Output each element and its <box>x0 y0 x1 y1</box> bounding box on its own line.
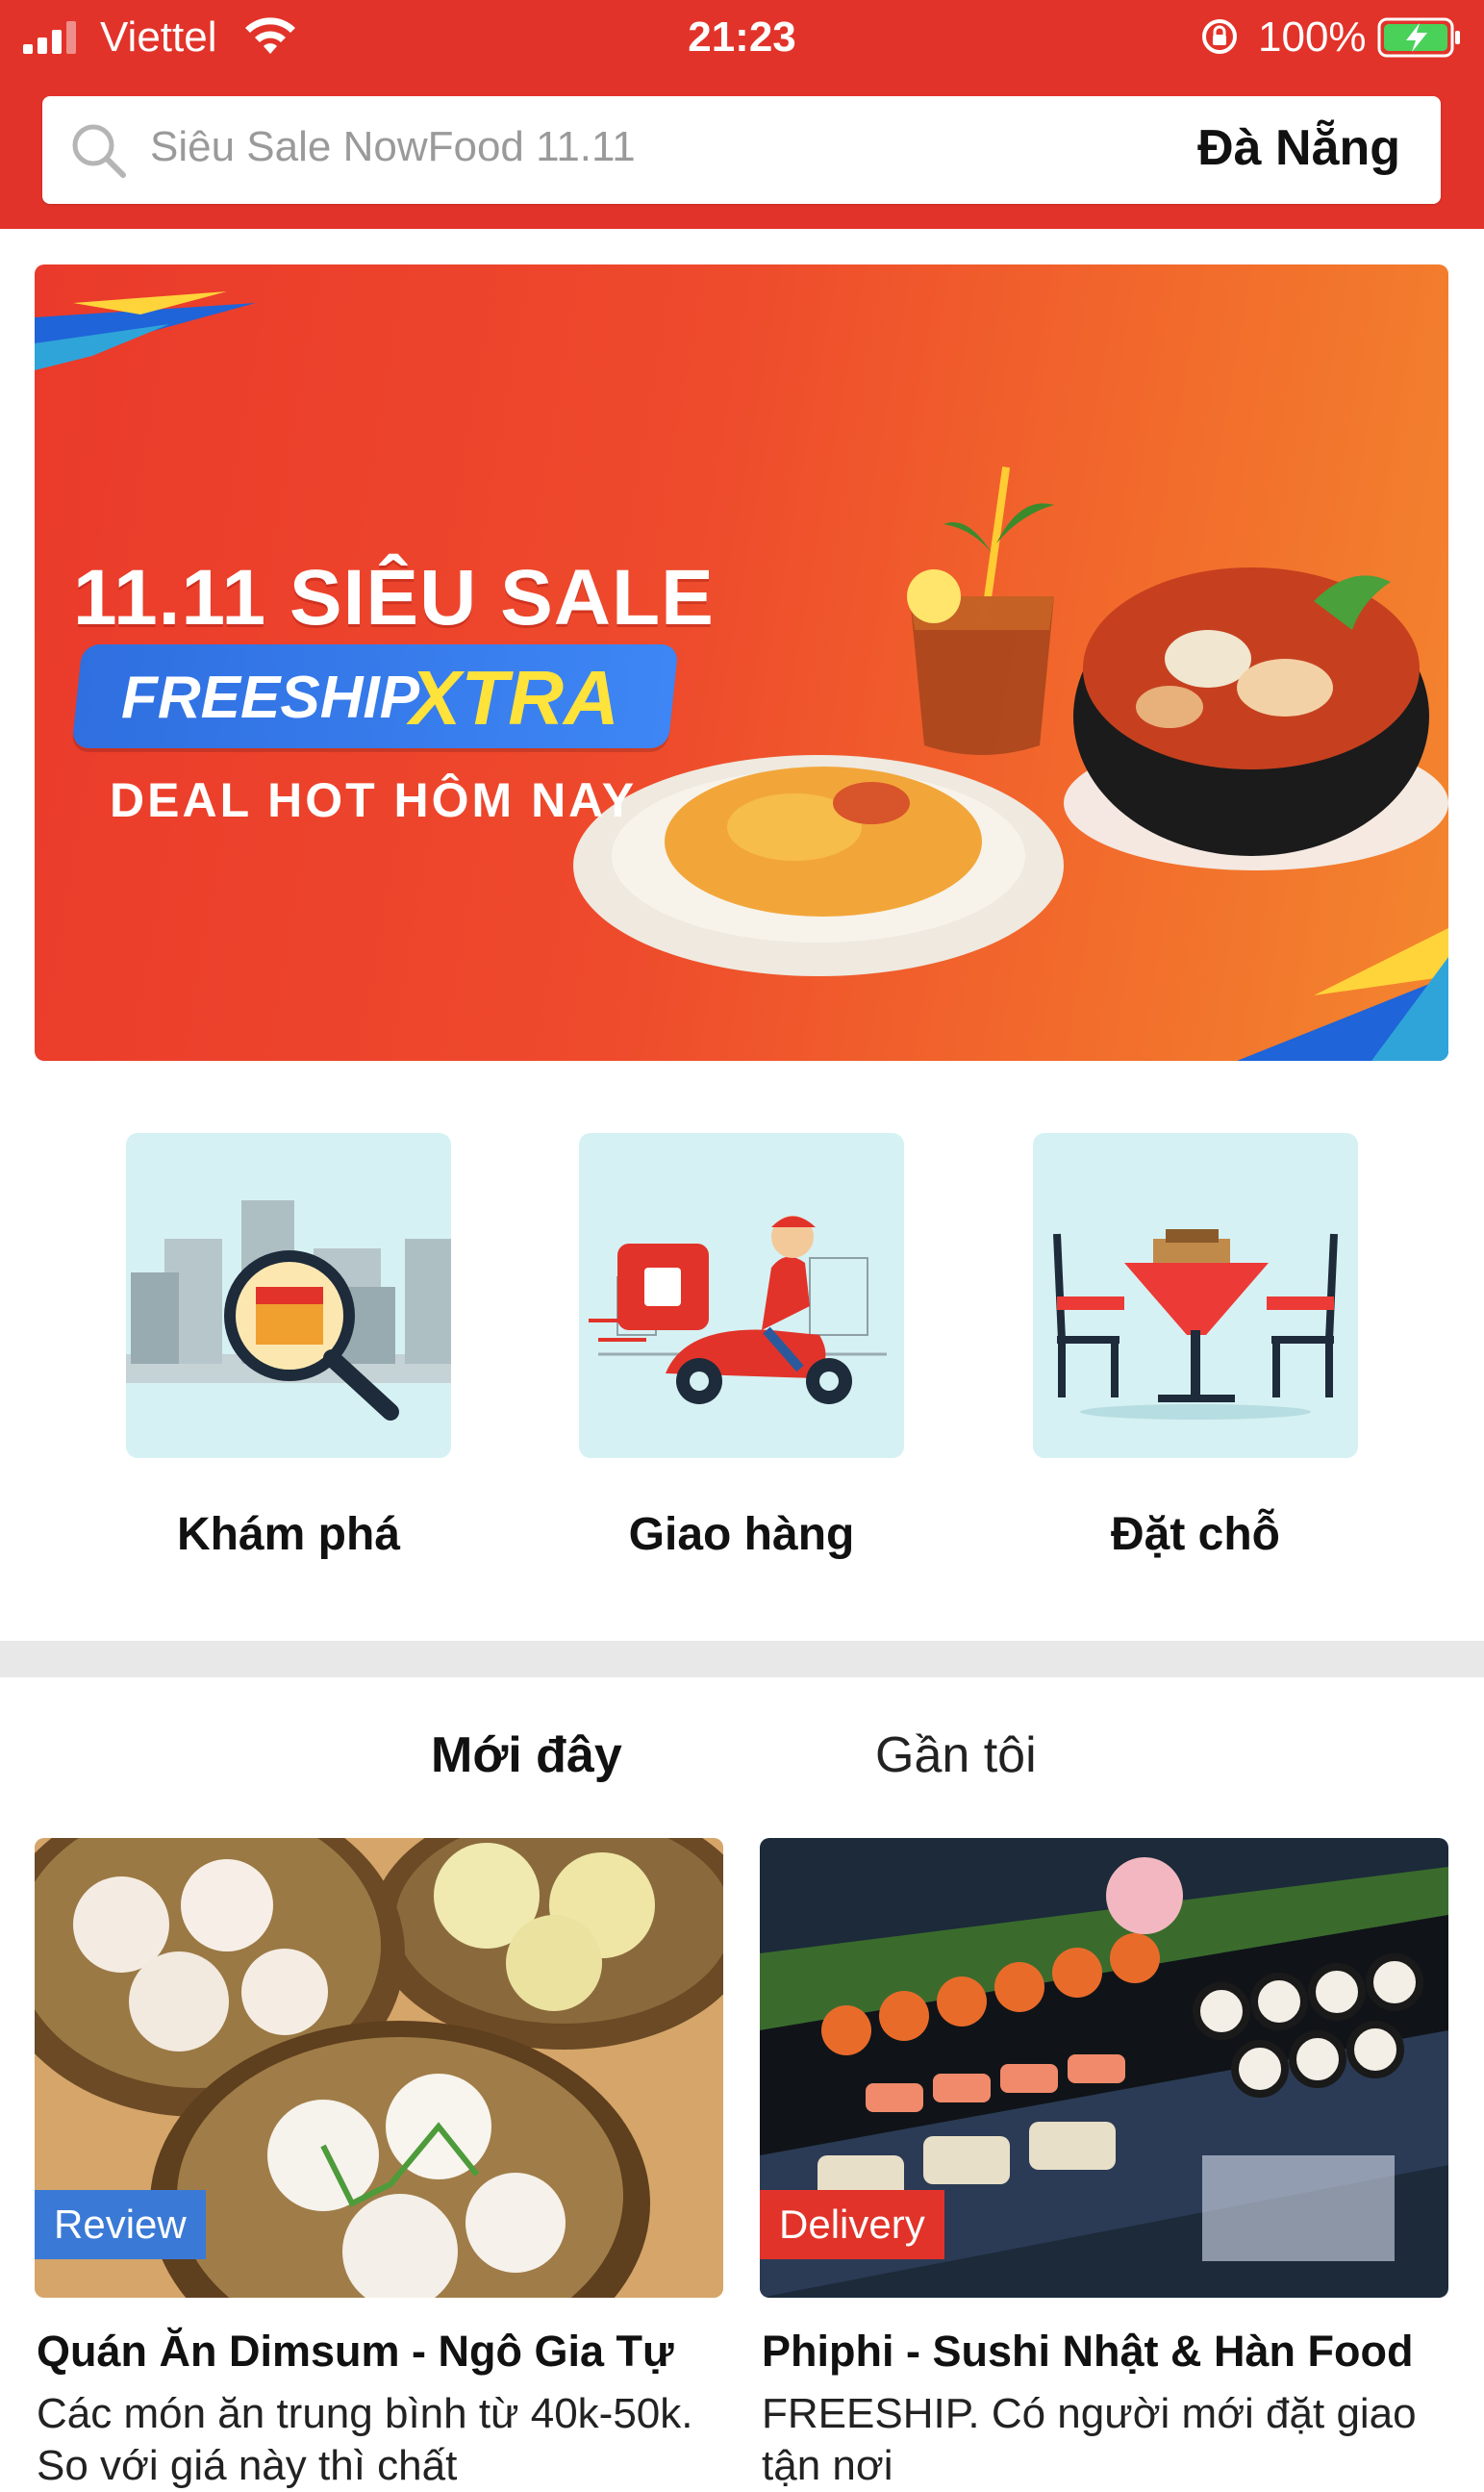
card-title[interactable]: Quán Ăn Dimsum - Ngô Gia Tự <box>37 2327 674 2377</box>
sushi-photo[interactable]: Delivery <box>760 1838 1448 2298</box>
review-badge: Review <box>35 2190 206 2259</box>
place-card[interactable]: Review Quán Ăn Dimsum - Ngô Gia Tự Các m… <box>35 1838 723 2489</box>
card-title[interactable]: Phiphi - Sushi Nhật & Hàn Food <box>762 2327 1413 2377</box>
status-bar: Viettel 21:23 100% <box>0 0 1484 77</box>
tab-recent[interactable]: Mới đây <box>431 1726 622 1784</box>
tab-nearby[interactable]: Gần tôi <box>875 1726 1037 1784</box>
category-label[interactable]: Khám phá <box>88 1508 490 1561</box>
rotation-lock-icon <box>1202 19 1237 54</box>
card-description: Các món ăn trung bình từ 40k-50k. So với… <box>37 2390 693 2489</box>
delivery-scooter-icon <box>589 1216 887 1404</box>
reservation-tile[interactable] <box>1033 1133 1358 1458</box>
search-icon <box>72 124 126 178</box>
banner-subtitle: DEAL HOT HÔM NAY <box>110 773 638 827</box>
banner-xtra: XTRA <box>410 655 619 741</box>
delivery-badge: Delivery <box>760 2190 944 2259</box>
app-header: Viettel 21:23 100% Siêu Sale NowFood 11.… <box>0 0 1484 229</box>
category-explore[interactable]: Khám phá <box>126 1133 451 1560</box>
place-card[interactable]: Delivery Phiphi - Sushi Nhật & Hàn Food … <box>760 1838 1448 2489</box>
battery-percentage: 100% <box>1258 13 1367 61</box>
dimsum-photo[interactable]: Review <box>35 1838 723 2298</box>
promo-banner[interactable]: 11.11 SIÊU SALE FREESHIP XTRA DEAL HOT H… <box>35 264 1448 1061</box>
explore-tile[interactable] <box>126 1133 451 1458</box>
card-description: FREESHIP. Có người mới đặt giao tận nơi <box>762 2390 1417 2489</box>
banner-freeship: FREESHIP <box>121 665 420 731</box>
category-delivery[interactable]: Giao hàng <box>579 1133 904 1560</box>
explore-magnifier-icon <box>126 1200 451 1421</box>
city-selector[interactable]: Đà Nẵng <box>1197 119 1400 177</box>
search-placeholder[interactable]: Siêu Sale NowFood 11.11 <box>150 123 636 171</box>
battery-charging-icon <box>1377 17 1460 58</box>
delivery-tile[interactable] <box>579 1133 904 1458</box>
section-divider <box>0 1641 1484 1677</box>
reservation-table-icon <box>1053 1229 1338 1420</box>
category-label[interactable]: Giao hàng <box>541 1508 943 1561</box>
banner-title: 11.11 SIÊU SALE <box>73 554 715 642</box>
search-bar[interactable]: Siêu Sale NowFood 11.11 Đà Nẵng <box>42 96 1441 204</box>
category-label[interactable]: Đặt chỗ <box>994 1508 1396 1561</box>
category-reservation[interactable]: Đặt chỗ <box>1033 1133 1358 1560</box>
